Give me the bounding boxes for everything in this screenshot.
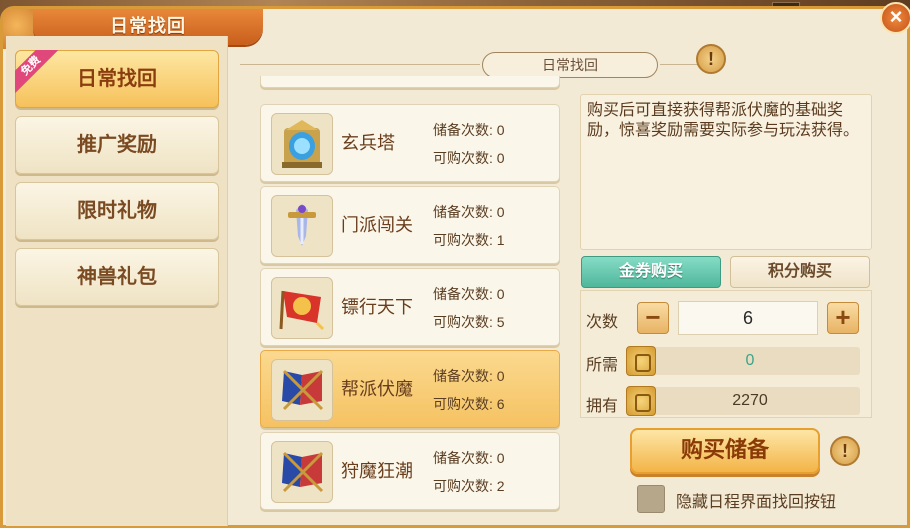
stored-label: 储备次数:: [433, 204, 493, 220]
stored-value: 0: [496, 122, 505, 138]
buyable-label: 可购次数:: [433, 150, 493, 166]
info-icon[interactable]: !: [696, 44, 726, 74]
activity-name: 狩魔狂潮: [341, 461, 413, 481]
stored-value: 0: [496, 450, 505, 466]
buyable-count: 可购次数: 2: [433, 476, 505, 496]
gold-ticket-icon: [626, 386, 656, 416]
stored-label: 储备次数:: [433, 286, 493, 302]
buyable-count: 可购次数: 6: [433, 394, 505, 414]
buyable-value: 2: [496, 478, 505, 494]
free-badge-label: 免费: [15, 50, 58, 93]
cost-value: 0: [640, 347, 860, 375]
buyable-value: 0: [496, 150, 505, 166]
stored-value: 0: [496, 368, 505, 384]
gold-ticket-icon: [626, 346, 656, 376]
cost-label: 所需: [586, 357, 619, 374]
buyable-count: 可购次数: 0: [433, 148, 505, 168]
buyable-label: 可购次数:: [433, 478, 493, 494]
stored-value: 0: [496, 204, 505, 220]
stored-count: 储备次数: 0: [433, 202, 505, 222]
stored-count: 储备次数: 0: [433, 284, 505, 304]
banner-icon: [271, 359, 333, 421]
buyable-count: 可购次数: 1: [433, 230, 505, 250]
buyable-value: 6: [496, 396, 505, 412]
hide-recovery-checkbox[interactable]: [637, 485, 665, 513]
divider-left: [240, 64, 480, 65]
list-item[interactable]: 狩魔狂潮 储备次数: 0 可购次数: 2: [260, 432, 560, 510]
sidebar-item-limited-gifts[interactable]: 限时礼物: [15, 182, 219, 240]
stored-count: 储备次数: 0: [433, 120, 505, 140]
banner-icon: [271, 441, 333, 503]
activity-name: 镖行天下: [341, 297, 413, 317]
stored-count: 储备次数: 0: [433, 366, 505, 386]
quantity-field[interactable]: 6: [678, 301, 818, 335]
sidebar-item-beast-pack[interactable]: 神兽礼包: [15, 248, 219, 306]
description-box: 购买后可直接获得帮派伏魔的基础奖励，惊喜奖励需要实际参与玩法获得。: [580, 94, 872, 250]
buyable-value: 5: [496, 314, 505, 330]
buy-reserve-button[interactable]: 购买储备: [630, 428, 820, 474]
increment-button[interactable]: +: [827, 302, 859, 334]
decrement-button[interactable]: −: [637, 302, 669, 334]
escort-flag-icon: [271, 277, 333, 339]
buyable-value: 1: [496, 232, 505, 248]
own-value: 2270: [640, 387, 860, 415]
list-item[interactable]: 玄兵塔 储备次数: 0 可购次数: 0: [260, 104, 560, 182]
own-label: 拥有: [586, 398, 619, 415]
buyable-label: 可购次数:: [433, 314, 493, 330]
stored-label: 储备次数:: [433, 450, 493, 466]
divider-right: [660, 64, 700, 65]
info-icon[interactable]: !: [830, 436, 860, 466]
portal-icon: [271, 113, 333, 175]
activity-name: 门派闯关: [341, 215, 413, 235]
stored-label: 储备次数:: [433, 368, 493, 384]
sword-icon: [271, 195, 333, 257]
count-label: 次数: [586, 314, 619, 331]
sidebar-item-promotion-rewards[interactable]: 推广奖励: [15, 116, 219, 174]
list-item-partial: [260, 76, 560, 88]
stored-label: 储备次数:: [433, 122, 493, 138]
stored-value: 0: [496, 286, 505, 302]
stored-count: 储备次数: 0: [433, 448, 505, 468]
activity-list[interactable]: 玄兵塔 储备次数: 0 可购次数: 0 门派闯关 储备次数: 0 可购次数: 1…: [258, 76, 564, 526]
free-badge: 免费: [15, 50, 61, 96]
tab-gold-purchase[interactable]: 金券购买: [581, 256, 721, 288]
list-item-selected[interactable]: 帮派伏魔 储备次数: 0 可购次数: 6: [260, 350, 560, 428]
buyable-label: 可购次数:: [433, 232, 493, 248]
tab-points-purchase[interactable]: 积分购买: [730, 256, 870, 288]
list-item[interactable]: 门派闯关 储备次数: 0 可购次数: 1: [260, 186, 560, 264]
buyable-count: 可购次数: 5: [433, 312, 505, 332]
close-button[interactable]: ×: [880, 2, 910, 34]
section-subtitle: 日常找回: [482, 52, 658, 78]
buyable-label: 可购次数:: [433, 396, 493, 412]
close-icon: ×: [889, 4, 903, 29]
activity-name: 玄兵塔: [341, 133, 395, 153]
list-item[interactable]: 镖行天下 储备次数: 0 可购次数: 5: [260, 268, 560, 346]
activity-name: 帮派伏魔: [341, 379, 413, 399]
hide-recovery-label: 隐藏日程界面找回按钮: [676, 494, 837, 511]
